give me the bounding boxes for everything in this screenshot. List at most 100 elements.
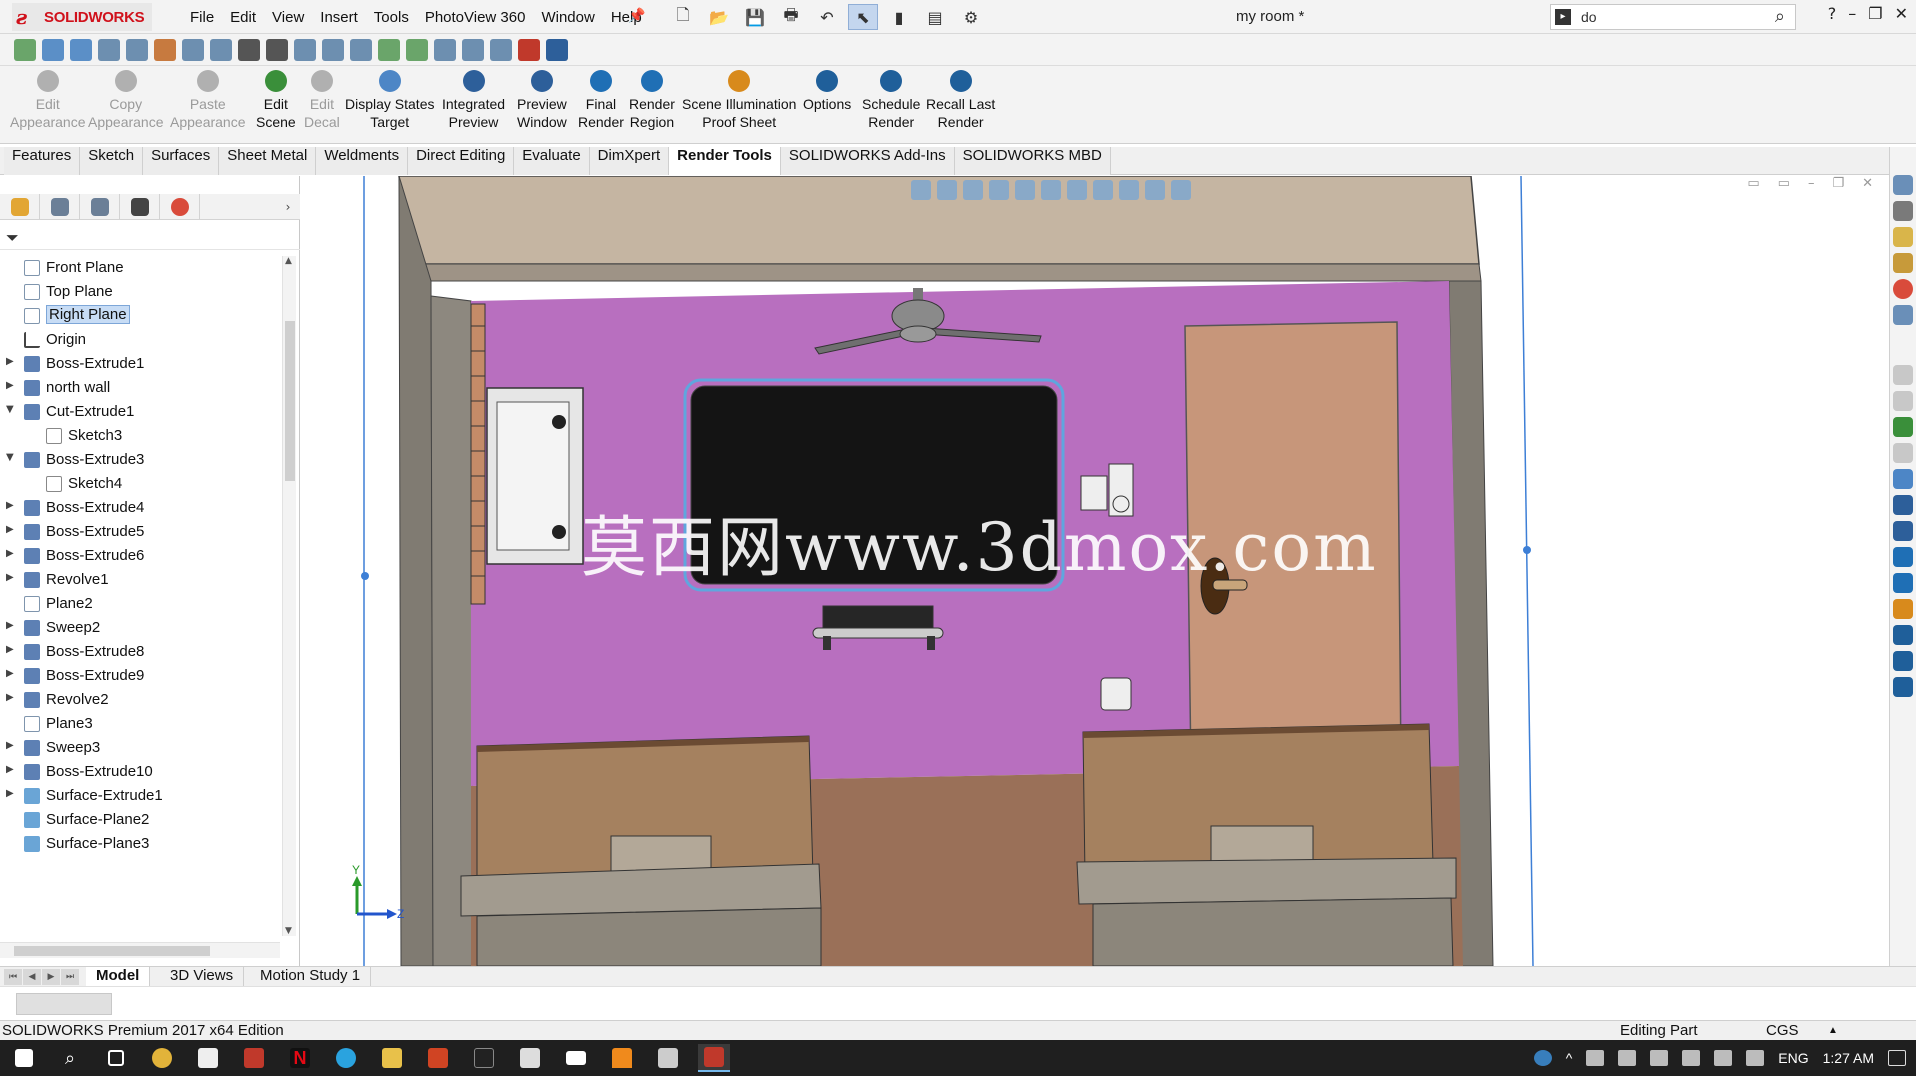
- section-icon[interactable]: [98, 39, 120, 61]
- tab-direct-editing[interactable]: Direct Editing: [408, 147, 515, 175]
- search-input[interactable]: [1581, 7, 1751, 27]
- keyboard-icon[interactable]: [1746, 1050, 1765, 1066]
- tab-dimxpert[interactable]: DimXpert: [589, 147, 670, 175]
- appearance-small-icon[interactable]: [154, 39, 176, 61]
- edit-scene-button[interactable]: Edit Scene: [256, 70, 296, 131]
- collapse-arrow-icon[interactable]: ▼: [6, 404, 14, 415]
- display-states-target-button[interactable]: Display States Target: [345, 70, 434, 131]
- tool-b-icon[interactable]: [462, 39, 484, 61]
- viewport-split-icon[interactable]: ▭: [1778, 176, 1790, 191]
- copy-icon[interactable]: [350, 39, 372, 61]
- next-tab-icon[interactable]: ▶: [42, 969, 60, 985]
- tab-motion-study[interactable]: Motion Study 1: [250, 967, 372, 987]
- tab-3d-views[interactable]: 3D Views: [160, 967, 245, 987]
- tree-item[interactable]: ▶ Boss-Extrude5: [0, 520, 280, 544]
- tree-horizontal-scrollbar[interactable]: [0, 942, 280, 958]
- search-commands-box[interactable]: ▸ ⌕: [1550, 4, 1796, 30]
- mass-properties-icon[interactable]: [210, 39, 232, 61]
- expand-arrow-icon[interactable]: ▶: [6, 356, 14, 367]
- tab-render-tools[interactable]: Render Tools: [669, 147, 781, 175]
- telegram-button[interactable]: [330, 1044, 362, 1072]
- configuration-manager-tab[interactable]: [80, 194, 120, 220]
- viewport-tile-icon[interactable]: ▭: [1747, 176, 1759, 191]
- study-type-dropdown[interactable]: [16, 993, 112, 1015]
- render-tool-9-icon[interactable]: [1893, 573, 1913, 593]
- viewport-restore-icon[interactable]: ❐: [1832, 176, 1844, 191]
- tree-item[interactable]: ▶ Boss-Extrude4: [0, 496, 280, 520]
- tab-solidworks-add-ins[interactable]: SOLIDWORKS Add-Ins: [780, 147, 955, 175]
- render-tool-3-icon[interactable]: [1893, 417, 1913, 437]
- tree-item[interactable]: Right Plane: [0, 304, 280, 328]
- menu-insert[interactable]: Insert: [312, 9, 366, 26]
- solidworks-2017-button[interactable]: [698, 1044, 730, 1072]
- dynamic-annotation-icon[interactable]: [1015, 180, 1035, 200]
- notifications-icon[interactable]: [1888, 1050, 1906, 1066]
- app-button[interactable]: [468, 1044, 500, 1072]
- render-tool-6-icon[interactable]: [1893, 495, 1913, 515]
- render-tool-5-icon[interactable]: [1893, 469, 1913, 489]
- custom-properties-icon[interactable]: [1893, 305, 1913, 325]
- help-icon[interactable]: ?: [1828, 4, 1837, 23]
- appearances-icon[interactable]: [1893, 279, 1913, 299]
- photos-button[interactable]: [652, 1044, 684, 1072]
- mirror-icon[interactable]: [294, 39, 316, 61]
- tree-item[interactable]: Plane3: [0, 712, 280, 736]
- tree-item[interactable]: Plane2: [0, 592, 280, 616]
- tree-item[interactable]: ▶ Surface-Extrude1: [0, 784, 280, 808]
- tab-weldments[interactable]: Weldments: [316, 147, 409, 175]
- select-icon[interactable]: ⬉: [848, 4, 878, 30]
- graphics-viewport[interactable]: Y Z ▭ ▭ – ❐ ✕ 莫西网www.3dmox.com: [301, 176, 1889, 966]
- minimize-icon[interactable]: –: [1848, 4, 1856, 23]
- unit-system-selector[interactable]: CGS: [1766, 1022, 1799, 1039]
- tree-item[interactable]: ▶ Boss-Extrude10: [0, 760, 280, 784]
- explorer-button[interactable]: [376, 1044, 408, 1072]
- view-palette-icon[interactable]: [1893, 253, 1913, 273]
- network-adapter-icon[interactable]: [1586, 1050, 1605, 1066]
- restore-icon[interactable]: ❐: [1868, 4, 1882, 23]
- tool-a-icon[interactable]: [434, 39, 456, 61]
- tool-d-icon[interactable]: [518, 39, 540, 61]
- pattern-icon[interactable]: [322, 39, 344, 61]
- menu-file[interactable]: File: [182, 9, 222, 26]
- scroll-down-icon[interactable]: ▼: [285, 926, 292, 936]
- zoom-to-fit-icon[interactable]: [911, 180, 931, 200]
- render-tool-12-icon[interactable]: [1893, 651, 1913, 671]
- display-manager-tab[interactable]: [160, 194, 200, 220]
- render-tool-13-icon[interactable]: [1893, 677, 1913, 697]
- preview-window-button[interactable]: Preview Window: [517, 70, 567, 131]
- schedule-render-button[interactable]: Schedule Render: [862, 70, 920, 131]
- chrome-button[interactable]: [146, 1044, 178, 1072]
- tree-item[interactable]: ▼ Cut-Extrude1: [0, 400, 280, 424]
- view-orientation-icon[interactable]: [1041, 180, 1061, 200]
- render-tool-11-icon[interactable]: [1893, 625, 1913, 645]
- tree-item[interactable]: ▶ Boss-Extrude8: [0, 640, 280, 664]
- mail-button[interactable]: [560, 1044, 592, 1072]
- proof-sheet-button[interactable]: Scene Illumination Proof Sheet: [682, 70, 796, 131]
- viewport-minimize-icon[interactable]: –: [1808, 176, 1815, 191]
- apply-scene-icon[interactable]: [1145, 180, 1165, 200]
- render-tool-8-icon[interactable]: [1893, 547, 1913, 567]
- pin-menu-icon[interactable]: 📌: [628, 8, 645, 24]
- tree-item[interactable]: Surface-Plane2: [0, 808, 280, 832]
- integrated-preview-button[interactable]: Integrated Preview: [442, 70, 505, 131]
- collapse-arrow-icon[interactable]: ▼: [6, 452, 14, 463]
- sum-icon[interactable]: [238, 39, 260, 61]
- viewport-close-icon[interactable]: ✕: [1862, 176, 1873, 191]
- open-document-icon[interactable]: 📂: [704, 4, 734, 30]
- tree-item[interactable]: Sketch3: [0, 424, 280, 448]
- render-tool-7-icon[interactable]: [1893, 521, 1913, 541]
- rotate-icon[interactable]: [70, 39, 92, 61]
- tab-model[interactable]: Model: [86, 967, 151, 987]
- close-icon[interactable]: ✕: [1895, 4, 1908, 23]
- undo-icon[interactable]: ↶: [812, 4, 842, 30]
- home-icon[interactable]: [1893, 175, 1913, 195]
- expand-arrow-icon[interactable]: ▶: [6, 524, 14, 535]
- filter-icon[interactable]: ⏷: [6, 228, 19, 248]
- render-tool-2-icon[interactable]: [1893, 391, 1913, 411]
- expand-arrow-icon[interactable]: ▶: [6, 740, 14, 751]
- search-taskbar-button[interactable]: ⌕: [54, 1044, 86, 1072]
- tree-item[interactable]: ▶ Boss-Extrude1: [0, 352, 280, 376]
- clock[interactable]: 1:27 AM: [1823, 1050, 1874, 1066]
- tree-item[interactable]: ▶ Sweep3: [0, 736, 280, 760]
- solidworks-taskbar-button[interactable]: [238, 1044, 270, 1072]
